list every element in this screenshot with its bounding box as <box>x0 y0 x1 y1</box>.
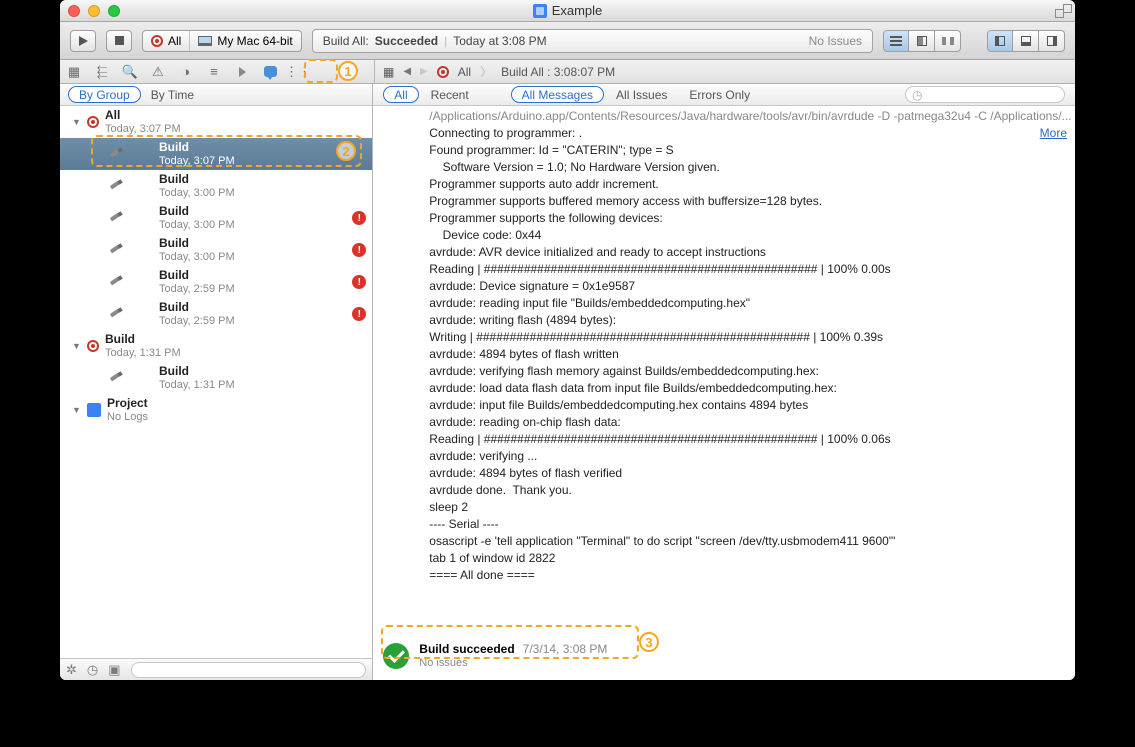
log-search-field[interactable]: ◷ <box>905 86 1065 103</box>
scheme-selector[interactable]: All My Mac 64-bit <box>142 30 302 52</box>
scope-recent[interactable]: Recent <box>431 88 469 102</box>
hammer-icon <box>109 371 123 385</box>
project-icon <box>87 403 101 417</box>
error-badge-icon: ! <box>352 275 366 289</box>
target-icon <box>87 116 99 128</box>
toggle-navigator-button[interactable] <box>987 30 1013 52</box>
activity-issues: No Issues <box>809 34 862 48</box>
log-navigator-sidebar: By Group By Time ▼AllToday, 3:07 PMBuild… <box>60 84 373 680</box>
sidebar-filter-field[interactable] <box>131 662 367 678</box>
target-icon <box>437 66 449 78</box>
error-badge-icon: ! <box>352 307 366 321</box>
annotation-callout-3: 3 <box>639 632 659 652</box>
hammer-icon <box>109 243 123 257</box>
error-badge-icon: ! <box>352 243 366 257</box>
log-tree-row[interactable]: BuildToday, 2:59 PM! <box>60 298 372 330</box>
scope-errors-only[interactable]: Errors Only <box>679 88 760 102</box>
annotation-ring-1 <box>304 59 338 83</box>
activity-time: Today at 3:08 PM <box>453 34 546 48</box>
toggle-utilities-button[interactable] <box>1039 30 1065 52</box>
test-navigator-icon[interactable]: ◑ <box>178 64 194 80</box>
jump-bar: ▦ ◀ ▶ All 〉 Build All : 3:08:07 PM <box>375 60 1075 84</box>
breakpoint-navigator-icon[interactable] <box>234 64 250 80</box>
scope-all[interactable]: All <box>383 86 418 103</box>
annotation-ring-3 <box>381 625 639 659</box>
hammer-icon <box>109 211 123 225</box>
more-link[interactable]: More <box>1040 125 1067 142</box>
toggle-debug-button[interactable] <box>1013 30 1039 52</box>
log-tree: ▼AllToday, 3:07 PMBuildToday, 3:07 PMBui… <box>60 106 372 658</box>
window-title: Example <box>552 3 603 18</box>
target-icon <box>87 340 99 352</box>
log-tree-row[interactable]: ▼BuildToday, 1:31 PM <box>60 330 372 362</box>
symbol-navigator-icon[interactable]: ⬱ <box>94 64 110 80</box>
log-tree-row[interactable]: BuildToday, 1:31 PM <box>60 362 372 394</box>
log-navigator-icon[interactable] <box>262 64 278 80</box>
hammer-icon <box>109 275 123 289</box>
forward-button[interactable]: ▶ <box>420 66 428 77</box>
fullscreen-button[interactable] <box>1057 5 1069 17</box>
related-items-icon[interactable]: ▦ <box>383 65 394 79</box>
panel-toggle-group <box>987 30 1065 52</box>
filter-by-group[interactable]: By Group <box>68 86 141 103</box>
titlebar: Example <box>60 0 1075 22</box>
monitor-icon <box>198 36 212 46</box>
toolbar: All My Mac 64-bit Build All: Succeeded |… <box>60 22 1075 60</box>
debug-navigator-icon[interactable]: ≡ <box>206 64 222 80</box>
project-navigator-icon[interactable]: ▦ <box>66 64 82 80</box>
activity-view: Build All: Succeeded | Today at 3:08 PM … <box>312 29 873 53</box>
activity-operation: Build All: <box>323 34 369 48</box>
hammer-icon <box>109 307 123 321</box>
run-button[interactable] <box>70 30 96 52</box>
assistant-editor-button[interactable] <box>909 30 935 52</box>
log-tree-row[interactable]: ▼ProjectNo Logs <box>60 394 372 426</box>
log-tree-row[interactable]: ▼AllToday, 3:07 PM <box>60 106 372 138</box>
scope-all-messages[interactable]: All Messages <box>511 86 604 103</box>
error-badge-icon: ! <box>352 211 366 225</box>
annotation-ring-2 <box>91 135 362 167</box>
log-output[interactable]: /Applications/Arduino.app/Contents/Resou… <box>373 106 1075 636</box>
back-button[interactable]: ◀ <box>403 66 411 77</box>
log-tree-row[interactable]: BuildToday, 3:00 PM <box>60 170 372 202</box>
jump-scheme[interactable]: All <box>458 65 471 79</box>
xcode-window: Example All My Mac 64-bit Build All: Suc… <box>60 0 1075 680</box>
editor-mode-group <box>883 30 961 52</box>
clock-icon[interactable]: ◷ <box>87 662 98 678</box>
activity-result: Succeeded <box>375 34 438 48</box>
scope-bar: All Recent All Messages All Issues Error… <box>373 84 1075 106</box>
sidebar-footer: ✲ ◷ ▣ <box>60 658 372 680</box>
filter-by-time[interactable]: By Time <box>141 88 204 102</box>
standard-editor-button[interactable] <box>883 30 909 52</box>
hammer-icon <box>109 179 123 193</box>
log-tree-row[interactable]: BuildToday, 3:00 PM! <box>60 202 372 234</box>
scope-all-issues[interactable]: All Issues <box>616 88 667 102</box>
find-navigator-icon[interactable]: 🔍 <box>122 64 138 80</box>
stop-button[interactable] <box>106 30 132 52</box>
log-viewer: All Recent All Messages All Issues Error… <box>373 84 1075 680</box>
scheme-device: My Mac 64-bit <box>217 34 292 48</box>
gear-icon[interactable]: ✲ <box>66 662 77 678</box>
annotation-callout-2: 2 <box>336 141 356 161</box>
document-icon <box>533 4 547 18</box>
scope-icon[interactable]: ▣ <box>108 662 120 678</box>
log-tree-row[interactable]: BuildToday, 2:59 PM! <box>60 266 372 298</box>
scheme-name: All <box>168 34 181 48</box>
log-tree-row[interactable]: BuildToday, 3:00 PM! <box>60 234 372 266</box>
issue-navigator-icon[interactable]: ⚠ <box>150 64 166 80</box>
target-icon <box>151 35 163 47</box>
jump-target[interactable]: Build All : 3:08:07 PM <box>501 65 615 79</box>
annotation-callout-1: 1 <box>338 61 358 81</box>
sidebar-filter-bar: By Group By Time <box>60 84 372 106</box>
version-editor-button[interactable] <box>935 30 961 52</box>
